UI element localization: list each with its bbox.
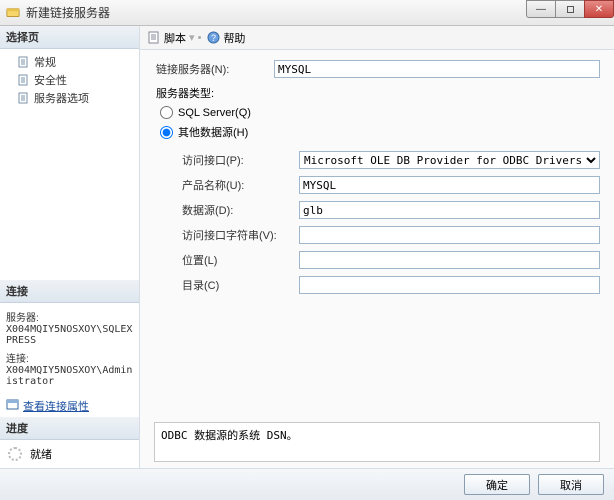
hint-box: ODBC 数据源的系统 DSN。 bbox=[154, 422, 600, 462]
tree-item-options[interactable]: 服务器选项 bbox=[4, 89, 135, 107]
progress-status: 就绪 bbox=[0, 440, 139, 468]
server-type-label: 服务器类型: bbox=[156, 85, 600, 101]
progress-header: 进度 bbox=[0, 417, 139, 440]
tree-label: 常规 bbox=[34, 54, 56, 70]
right-panel: 脚本 ▾ • ? 帮助 链接服务器(N): 服务器类型: SQL Server(… bbox=[140, 26, 614, 468]
location-label: 位置(L) bbox=[154, 252, 299, 268]
script-button[interactable]: 脚本 ▾ • bbox=[148, 30, 201, 46]
data-source-input[interactable] bbox=[299, 201, 600, 219]
tree-item-general[interactable]: 常规 bbox=[4, 53, 135, 71]
provider-string-label: 访问接口字符串(V): bbox=[154, 227, 299, 243]
left-panel: 选择页 常规 安全性 服务器选项 连接 服务器: X004MQIY5NOSXOY… bbox=[0, 26, 140, 468]
other-source-radio-label: 其他数据源(H) bbox=[178, 124, 248, 140]
page-icon bbox=[18, 74, 30, 86]
window-title: 新建链接服务器 bbox=[26, 4, 527, 21]
cancel-button[interactable]: 取消 bbox=[538, 474, 604, 495]
help-label: 帮助 bbox=[223, 30, 245, 46]
server-label: 服务器: bbox=[6, 309, 133, 324]
location-input[interactable] bbox=[299, 251, 600, 269]
tree-label: 安全性 bbox=[34, 72, 67, 88]
help-icon: ? bbox=[207, 31, 220, 44]
catalog-label: 目录(C) bbox=[154, 277, 299, 293]
script-label: 脚本 bbox=[164, 30, 186, 46]
sql-server-radio[interactable] bbox=[160, 106, 173, 119]
close-button[interactable]: ✕ bbox=[584, 0, 614, 18]
conn-label: 连接: bbox=[6, 350, 133, 365]
help-button[interactable]: ? 帮助 bbox=[207, 30, 245, 46]
select-page-header: 选择页 bbox=[0, 26, 139, 49]
conn-value: X004MQIY5NOSXOY\Administrator bbox=[6, 365, 133, 387]
ok-button[interactable]: 确定 bbox=[464, 474, 530, 495]
tree-label: 服务器选项 bbox=[34, 90, 89, 106]
minimize-button[interactable]: — bbox=[526, 0, 556, 18]
progress-text: 就绪 bbox=[30, 446, 52, 462]
footer: 确定 取消 bbox=[0, 468, 614, 500]
linked-server-input[interactable] bbox=[274, 60, 600, 78]
product-name-input[interactable] bbox=[299, 176, 600, 194]
sql-server-radio-label: SQL Server(Q) bbox=[178, 107, 251, 119]
app-icon bbox=[6, 6, 20, 20]
link-icon bbox=[6, 398, 19, 414]
linked-server-label: 链接服务器(N): bbox=[154, 61, 274, 77]
connection-info: 服务器: X004MQIY5NOSXOY\SQLEXPRESS 连接: X004… bbox=[0, 303, 139, 395]
page-tree: 常规 安全性 服务器选项 bbox=[0, 49, 139, 115]
link-text: 查看连接属性 bbox=[23, 398, 89, 414]
connection-header: 连接 bbox=[0, 280, 139, 303]
window-controls: — ✕ bbox=[527, 0, 614, 25]
page-icon bbox=[18, 92, 30, 104]
tree-item-security[interactable]: 安全性 bbox=[4, 71, 135, 89]
page-icon bbox=[18, 56, 30, 68]
svg-text:?: ? bbox=[211, 33, 216, 43]
data-source-label: 数据源(D): bbox=[154, 202, 299, 218]
script-dropdown: ▾ • bbox=[189, 31, 201, 44]
provider-label: 访问接口(P): bbox=[154, 152, 299, 168]
maximize-button[interactable] bbox=[555, 0, 585, 18]
product-name-label: 产品名称(U): bbox=[154, 177, 299, 193]
script-icon bbox=[148, 31, 161, 44]
catalog-input[interactable] bbox=[299, 276, 600, 294]
other-source-radio[interactable] bbox=[160, 126, 173, 139]
provider-string-input[interactable] bbox=[299, 226, 600, 244]
server-value: X004MQIY5NOSXOY\SQLEXPRESS bbox=[6, 324, 133, 346]
view-connection-properties-link[interactable]: 查看连接属性 bbox=[0, 395, 139, 417]
titlebar: 新建链接服务器 — ✕ bbox=[0, 0, 614, 26]
spinner-icon bbox=[8, 447, 22, 461]
toolbar: 脚本 ▾ • ? 帮助 bbox=[140, 26, 614, 50]
provider-select[interactable]: Microsoft OLE DB Provider for ODBC Drive… bbox=[299, 151, 600, 169]
form-area: 链接服务器(N): 服务器类型: SQL Server(Q) 其他数据源(H) … bbox=[140, 50, 614, 418]
